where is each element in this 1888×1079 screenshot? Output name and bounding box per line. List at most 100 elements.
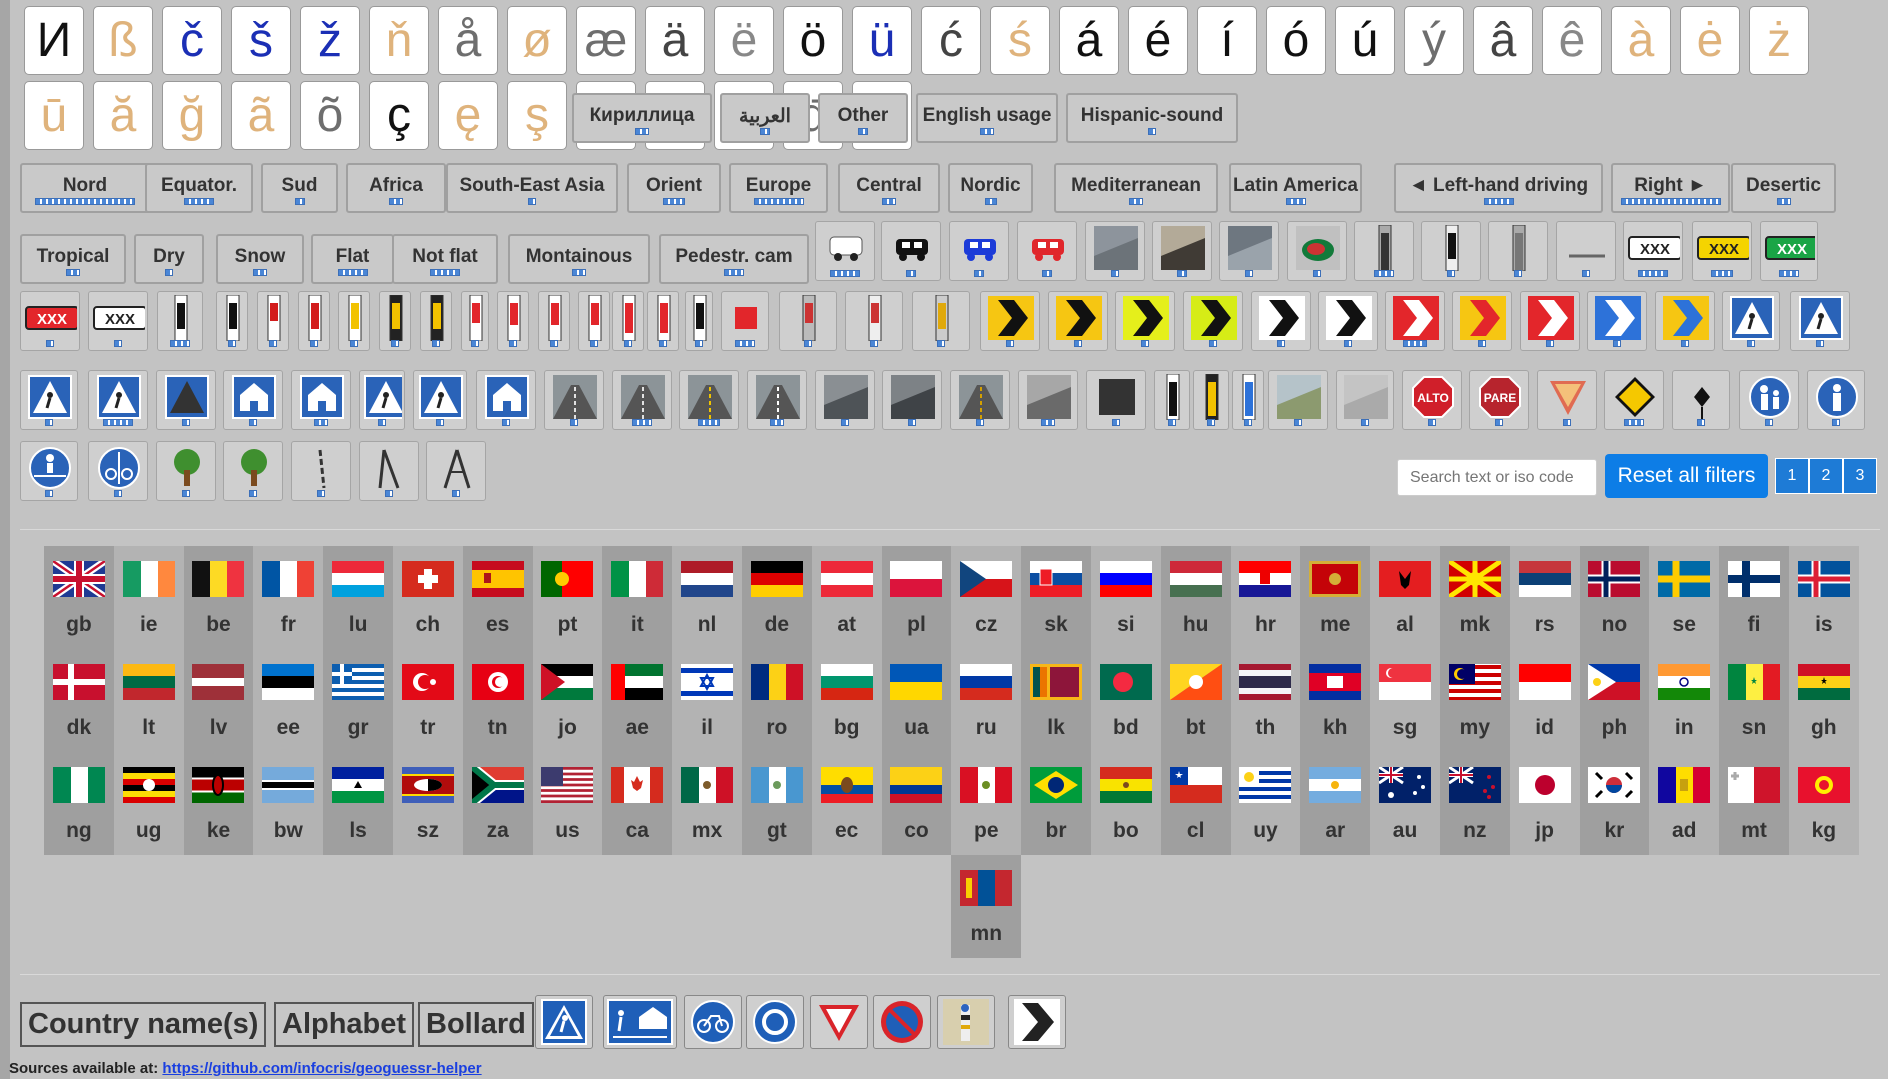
- car-white-tile[interactable]: [815, 221, 875, 281]
- bollard-tile[interactable]: [379, 291, 411, 351]
- country-card[interactable]: at: [811, 546, 882, 649]
- plate-black-white-tile[interactable]: XXX: [88, 291, 148, 351]
- pedestrian-sign-tile[interactable]: [1790, 291, 1850, 351]
- tab-yield-sign-icon[interactable]: [810, 995, 868, 1049]
- country-card[interactable]: uy: [1230, 752, 1301, 855]
- road-yellow-line-tile[interactable]: [679, 370, 739, 430]
- pole-h-tile[interactable]: [426, 441, 486, 501]
- country-card[interactable]: ru: [951, 649, 1022, 752]
- bollard-tile[interactable]: [1154, 370, 1190, 430]
- country-card[interactable]: mx: [672, 752, 742, 855]
- tab-no-parking-icon[interactable]: [873, 995, 931, 1049]
- bollard-tile[interactable]: [538, 291, 570, 351]
- country-card[interactable]: tn: [462, 649, 533, 752]
- crossing-sign-tile[interactable]: [20, 370, 78, 430]
- photo-mirror-tile[interactable]: [1152, 221, 1212, 281]
- country-card[interactable]: jp: [1509, 752, 1580, 855]
- pole-tile[interactable]: [291, 441, 351, 501]
- photo-bollard-tile[interactable]: [912, 291, 970, 351]
- rail-tile[interactable]: [1556, 221, 1616, 281]
- crossing-dark-tile[interactable]: [156, 370, 216, 430]
- pedestrian-zone-tile[interactable]: [359, 370, 405, 430]
- car-red-tile[interactable]: [1017, 221, 1077, 281]
- country-card[interactable]: ar: [1300, 752, 1371, 855]
- country-card[interactable]: id: [1509, 649, 1580, 752]
- tab-country-names[interactable]: Country name(s): [20, 1002, 267, 1047]
- chevron-blue-tile[interactable]: [1587, 291, 1647, 351]
- photo-sign-tile[interactable]: [1336, 370, 1394, 430]
- country-card[interactable]: bw: [253, 752, 324, 855]
- shared-path-tile[interactable]: [20, 441, 78, 501]
- school-zone-tile[interactable]: [413, 370, 467, 430]
- country-card[interactable]: dk: [44, 649, 114, 752]
- country-card[interactable]: ie: [113, 546, 184, 649]
- bollard-tile[interactable]: [338, 291, 370, 351]
- chevron-yellow-blue-tile[interactable]: [1655, 291, 1715, 351]
- bollard-tile[interactable]: [1193, 370, 1229, 430]
- chevron-white-tile[interactable]: [1251, 291, 1311, 351]
- bollard-tile[interactable]: [461, 291, 489, 351]
- tab-alphabet[interactable]: Alphabet: [274, 1002, 415, 1047]
- country-card[interactable]: ec: [811, 752, 882, 855]
- pedestrian-sign-tile[interactable]: [1722, 291, 1780, 351]
- chevron-lime-tile[interactable]: [1115, 291, 1175, 351]
- country-card[interactable]: ch: [392, 546, 463, 649]
- bike-pedestrian-tile[interactable]: [88, 441, 148, 501]
- bollard-black-top-tile[interactable]: [1421, 221, 1481, 281]
- plate-red-tile[interactable]: XXX: [20, 291, 80, 351]
- country-card[interactable]: ua: [881, 649, 952, 752]
- country-card[interactable]: hu: [1160, 546, 1231, 649]
- photo-bollard-tile[interactable]: [779, 291, 837, 351]
- page-1-button[interactable]: 1: [1775, 458, 1809, 494]
- country-card[interactable]: ke: [183, 752, 254, 855]
- tab-roundabout-icon[interactable]: [746, 995, 804, 1049]
- country-card[interactable]: gr: [323, 649, 393, 752]
- country-card[interactable]: sn: [1719, 649, 1789, 752]
- yield-sign-tile[interactable]: [1537, 370, 1597, 430]
- car-black-tile[interactable]: [881, 221, 941, 281]
- photo-bollard-tile[interactable]: [845, 291, 903, 351]
- country-card[interactable]: lt: [113, 649, 184, 752]
- country-card[interactable]: kh: [1300, 649, 1371, 752]
- country-card[interactable]: cz: [951, 546, 1022, 649]
- country-card[interactable]: sg: [1370, 649, 1440, 752]
- chevron-red-tile[interactable]: [1385, 291, 1445, 351]
- country-card[interactable]: es: [462, 546, 533, 649]
- country-card[interactable]: ee: [253, 649, 324, 752]
- bollard-red-square-tile[interactable]: [721, 291, 769, 351]
- country-card[interactable]: no: [1579, 546, 1650, 649]
- photo-roof-tile[interactable]: [1219, 221, 1279, 281]
- country-card[interactable]: se: [1649, 546, 1720, 649]
- bollard-tile[interactable]: [257, 291, 289, 351]
- country-card[interactable]: bg: [811, 649, 882, 752]
- country-card[interactable]: br: [1021, 752, 1091, 855]
- country-card[interactable]: ca: [602, 752, 673, 855]
- tree-tile[interactable]: [156, 441, 216, 501]
- country-card[interactable]: de: [741, 546, 812, 649]
- country-card[interactable]: tr: [392, 649, 463, 752]
- bollard-tile[interactable]: [685, 291, 713, 351]
- bollard-tile[interactable]: [612, 291, 644, 351]
- country-card[interactable]: fr: [253, 546, 324, 649]
- pedestrian-path-tile[interactable]: [1739, 370, 1799, 430]
- chevron-red-tile[interactable]: [1520, 291, 1580, 351]
- source-link[interactable]: https://github.com/infocris/geoguessr-he…: [162, 1060, 481, 1077]
- country-card[interactable]: ug: [113, 752, 184, 855]
- road-marking-tile[interactable]: [882, 370, 942, 430]
- black-square-tile[interactable]: [1086, 370, 1146, 430]
- country-card[interactable]: be: [183, 546, 254, 649]
- country-card[interactable]: co: [881, 752, 952, 855]
- country-card[interactable]: kr: [1579, 752, 1650, 855]
- country-card[interactable]: my: [1439, 649, 1510, 752]
- tab-bicycle-path-icon[interactable]: [684, 995, 742, 1049]
- living-street-tile[interactable]: [291, 370, 351, 430]
- country-card[interactable]: mk: [1439, 546, 1510, 649]
- country-card[interactable]: mt: [1719, 752, 1789, 855]
- road-photo-tile[interactable]: [544, 370, 604, 430]
- country-card[interactable]: jo: [532, 649, 603, 752]
- country-card[interactable]: al: [1370, 546, 1440, 649]
- country-card[interactable]: in: [1649, 649, 1720, 752]
- bollard-grey-tile[interactable]: [1354, 221, 1414, 281]
- country-card[interactable]: th: [1230, 649, 1301, 752]
- pole-a-tile[interactable]: [359, 441, 419, 501]
